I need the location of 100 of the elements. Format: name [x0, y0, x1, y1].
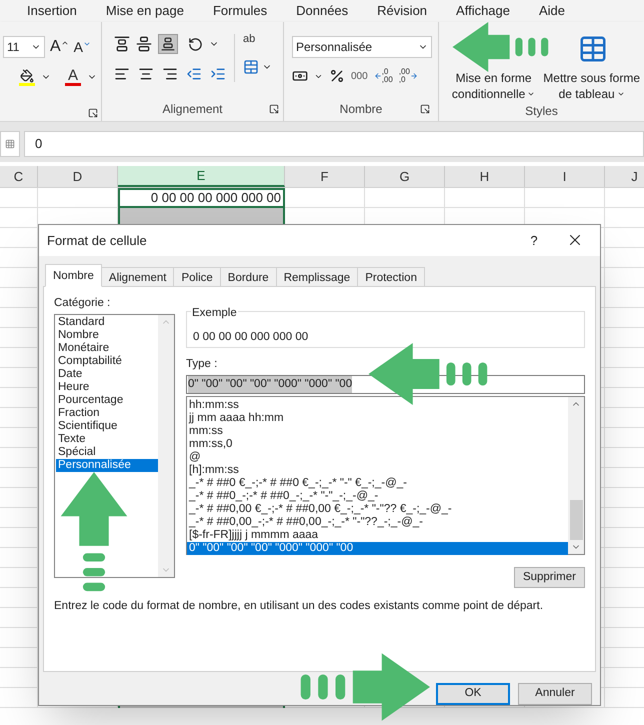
type-label: Type : [186, 356, 218, 372]
ok-button[interactable]: OK [436, 683, 510, 705]
category-item[interactable]: Nombre [56, 328, 158, 342]
group-label: Nombre [340, 101, 382, 118]
column-header[interactable]: G [365, 166, 445, 187]
shrink-font-button[interactable]: A [74, 40, 92, 54]
percent-style-icon[interactable] [329, 68, 345, 84]
align-bottom-button[interactable] [158, 34, 178, 54]
column-header[interactable]: H [445, 166, 525, 187]
styles-button[interactable]: Mise en forme conditionnelle [450, 70, 538, 102]
scroll-thumb[interactable] [570, 500, 582, 540]
caret-up-icon [60, 39, 69, 47]
dialog-launcher-icon[interactable] [420, 104, 430, 114]
help-button[interactable]: ? [524, 230, 544, 250]
styles-button[interactable]: Mettre sous forme de tableau [541, 70, 642, 102]
align-center-icon[interactable] [138, 66, 154, 82]
category-label: Catégorie : [54, 296, 112, 311]
format-code-item[interactable]: _-* # ##0 €_-;-* # ##0 €_-;_-* "-" €_-;_-@_- [187, 476, 568, 490]
category-item[interactable]: Texte [56, 432, 158, 446]
cancel-button[interactable]: Annuler [518, 683, 592, 705]
increase-indent-icon[interactable] [210, 66, 226, 82]
category-item[interactable]: Fraction [56, 406, 158, 420]
increase-decimal-button[interactable]: ,0 ,00 [374, 68, 393, 84]
decrease-indent-icon[interactable] [186, 66, 202, 82]
ribbon-tab[interactable]: Affichage [456, 1, 510, 21]
align-middle-icon[interactable] [136, 36, 152, 52]
arrow-right-icon [410, 72, 418, 80]
empty-cell[interactable] [0, 208, 38, 228]
ribbon-tab[interactable]: Données [296, 1, 348, 21]
column-header[interactable]: C [0, 166, 38, 187]
category-item[interactable]: Scientifique [56, 420, 158, 433]
description-text: Entrez le code du format de nombre, en utilisant un des codes existants comme point de départ. [54, 598, 544, 614]
ribbon-tab[interactable]: Aide [539, 1, 566, 21]
category-item[interactable]: Date [56, 368, 158, 381]
group-label: Styles [525, 103, 558, 120]
empty-cell[interactable] [365, 188, 445, 208]
grow-font-button[interactable]: A [50, 39, 69, 55]
category-item[interactable]: Personnalisée [56, 458, 158, 472]
empty-cell[interactable] [285, 188, 365, 208]
format-code-item[interactable]: @ [187, 450, 568, 464]
dialog-launcher-icon[interactable] [268, 104, 279, 114]
font-color-button[interactable]: A [65, 68, 81, 86]
align-left-icon[interactable] [114, 66, 130, 82]
ribbon-tab[interactable]: Mise en page [106, 1, 184, 21]
example-value: 0 00 00 00 000 000 00 [193, 330, 308, 343]
arrow-left-icon [374, 72, 382, 80]
dialog-tab[interactable]: Protection [357, 266, 425, 287]
decrease-decimal-button[interactable]: ,00 ,0 [398, 68, 418, 84]
group-label: Alignement [162, 101, 223, 118]
category-item[interactable]: Pourcentage [56, 394, 158, 407]
column-header[interactable]: F [285, 166, 365, 187]
scrollbar[interactable] [158, 314, 174, 577]
merge-cells-icon[interactable] [243, 59, 259, 75]
comma-style-button[interactable]: 000 [351, 68, 368, 84]
category-item[interactable]: Monétaire [56, 342, 158, 355]
ribbon-tab[interactable]: Révision [377, 1, 428, 21]
formula-input[interactable]: 0 [24, 131, 644, 157]
category-item[interactable]: Heure [56, 380, 158, 394]
format-code-item[interactable]: _-* # ##0,00_-;-* # ##0,00_-;_-* "-"??_-;_-@_- [187, 516, 568, 529]
category-item[interactable]: Standard [56, 316, 158, 329]
category-item[interactable]: Comptabilité [56, 354, 158, 368]
format-code-item[interactable]: [$-fr-FR]jjjj j mmmm aaaa [187, 528, 568, 542]
ribbon-tab[interactable]: Insertion [27, 1, 77, 21]
dialog-launcher-icon[interactable] [88, 108, 98, 118]
orientation-icon[interactable] [188, 36, 203, 52]
fill-color-button[interactable] [19, 68, 35, 86]
format-code-item[interactable]: _-* # ##0_-;-* # ##0_-;_-* "-"_-;_-@_- [187, 490, 568, 503]
empty-cell[interactable] [445, 188, 525, 208]
format-code-item[interactable]: mm:ss [187, 424, 568, 438]
caret-icon [527, 90, 536, 98]
empty-cell[interactable] [525, 188, 605, 208]
insert-function-button[interactable] [0, 131, 20, 157]
format-code-item[interactable]: _-* # ##0,00 €_-;-* # ##0,00 €_-;_-* "-"?? €_-;_-@_- [187, 502, 568, 516]
delete-button[interactable]: Supprimer [514, 566, 585, 588]
table-style-icon [578, 34, 608, 64]
caret-icon [616, 90, 625, 98]
category-item[interactable]: Spécial [56, 446, 158, 459]
column-header[interactable]: E [118, 166, 285, 187]
wrap-text-button[interactable]: ab [243, 34, 272, 45]
align-right-icon[interactable] [162, 66, 178, 82]
dialog-title: Format de cellule [47, 232, 148, 250]
empty-cell[interactable] [0, 188, 38, 208]
ribbon-tab[interactable]: Formules [212, 1, 268, 21]
caret-icon [83, 40, 92, 48]
dialog-tab[interactable]: Nombre [45, 264, 102, 287]
scrollbar[interactable] [568, 396, 584, 554]
format-code-item[interactable]: jj mm aaaa hh:mm [187, 412, 568, 425]
number-format-dropdown[interactable]: Personnalisée [292, 36, 432, 58]
empty-cell[interactable] [38, 188, 118, 208]
type-list[interactable] [186, 396, 585, 555]
font-size-field[interactable]: 11 [3, 36, 45, 58]
column-header[interactable]: I [525, 166, 605, 187]
active-cell[interactable]: 0 00 00 00 000 000 00 [118, 188, 285, 208]
column-header[interactable]: J [605, 166, 644, 187]
align-top-icon[interactable] [114, 36, 130, 52]
format-code-item[interactable]: hh:mm:ss [187, 398, 568, 412]
category-list[interactable]: Standard Nombre Monétaire Comptabilité Date Heure Pourcentage Fraction Scientifique Texte Spécial Personnalisée [54, 314, 175, 578]
format-code-item[interactable]: 0" "00" "00" "00" "000" "000" "00 [187, 542, 568, 555]
format-code-item[interactable]: [h]:mm:ss [187, 464, 568, 477]
format-code-item[interactable]: mm:ss,0 [187, 438, 568, 451]
